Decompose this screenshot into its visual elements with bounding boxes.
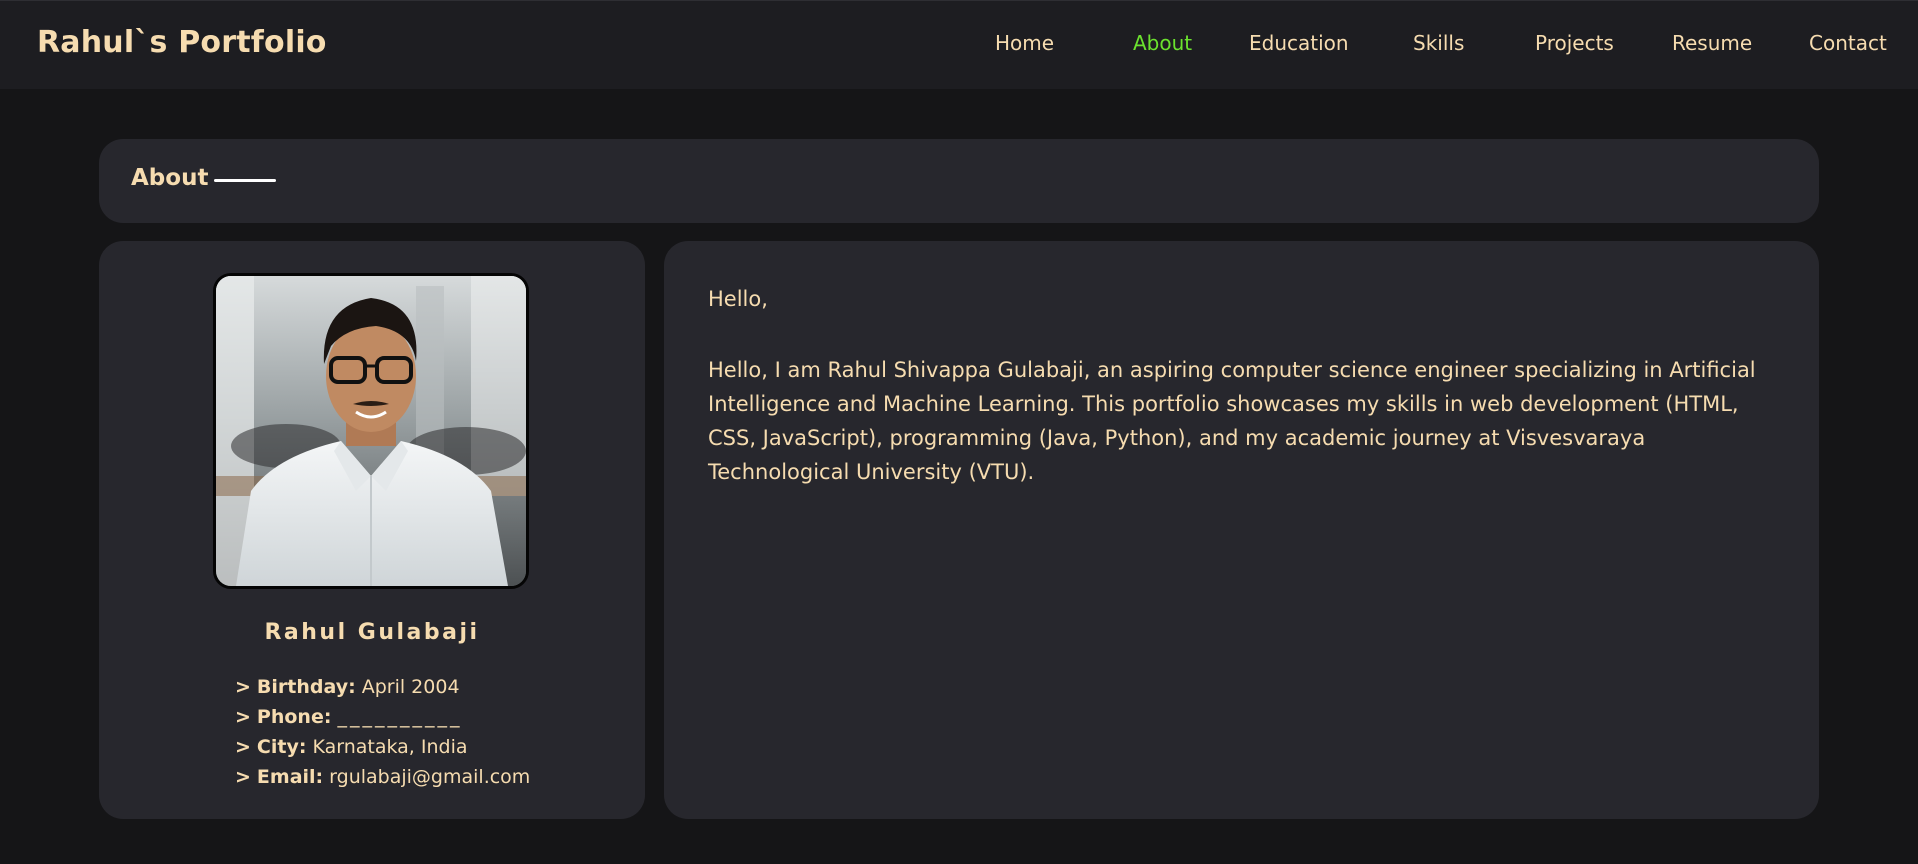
city-row: > City: Karnataka, India	[235, 736, 530, 766]
phone-label: Phone:	[256, 706, 332, 728]
profile-name: Rahul Gulabaji	[264, 620, 480, 645]
bio-card: Hello, Hello, I am Rahul Shivappa Gulaba…	[664, 241, 1819, 819]
chevron-right-icon: >	[235, 706, 251, 728]
nav-about-link[interactable]: About	[1133, 31, 1192, 55]
city-label: City:	[256, 736, 307, 758]
birthday-value: April 2004	[361, 676, 460, 698]
email-row: > Email: rgulabaji@gmail.com	[235, 766, 530, 796]
title-underline-divider	[214, 179, 276, 182]
chevron-right-icon: >	[235, 766, 251, 788]
nav-home-link[interactable]: Home	[995, 31, 1054, 55]
bio-paragraph: Hello, I am Rahul Shivappa Gulabaji, an …	[708, 358, 1756, 484]
nav-menu: Home About Education Skills Projects Res…	[0, 1, 1918, 90]
navbar: Rahul`s Portfolio Home About Education S…	[0, 0, 1918, 89]
nav-resume-link[interactable]: Resume	[1672, 31, 1752, 55]
email-value[interactable]: rgulabaji@gmail.com	[329, 766, 530, 788]
nav-education-link[interactable]: Education	[1249, 31, 1349, 55]
about-section-title: About	[131, 165, 209, 191]
profile-photo	[213, 273, 529, 589]
phone-row: > Phone: __________	[235, 706, 530, 736]
profile-card: Rahul Gulabaji > Birthday: April 2004 > Pho…	[99, 241, 645, 819]
birthday-row: > Birthday: April 2004	[235, 676, 530, 706]
birthday-label: Birthday:	[256, 676, 356, 698]
chevron-right-icon: >	[235, 736, 251, 758]
nav-projects-link[interactable]: Projects	[1535, 31, 1614, 55]
profile-photo-illustration	[216, 276, 526, 586]
about-header-card: About	[99, 139, 1819, 223]
chevron-right-icon: >	[235, 676, 251, 698]
email-label: Email:	[256, 766, 324, 788]
city-value: Karnataka, India	[312, 736, 468, 758]
phone-value: __________	[337, 706, 463, 728]
bio-greeting: Hello,	[708, 287, 768, 311]
profile-info-list: > Birthday: April 2004 > Phone: __________ >…	[235, 676, 530, 796]
nav-skills-link[interactable]: Skills	[1413, 31, 1464, 55]
nav-contact-link[interactable]: Contact	[1809, 31, 1887, 55]
